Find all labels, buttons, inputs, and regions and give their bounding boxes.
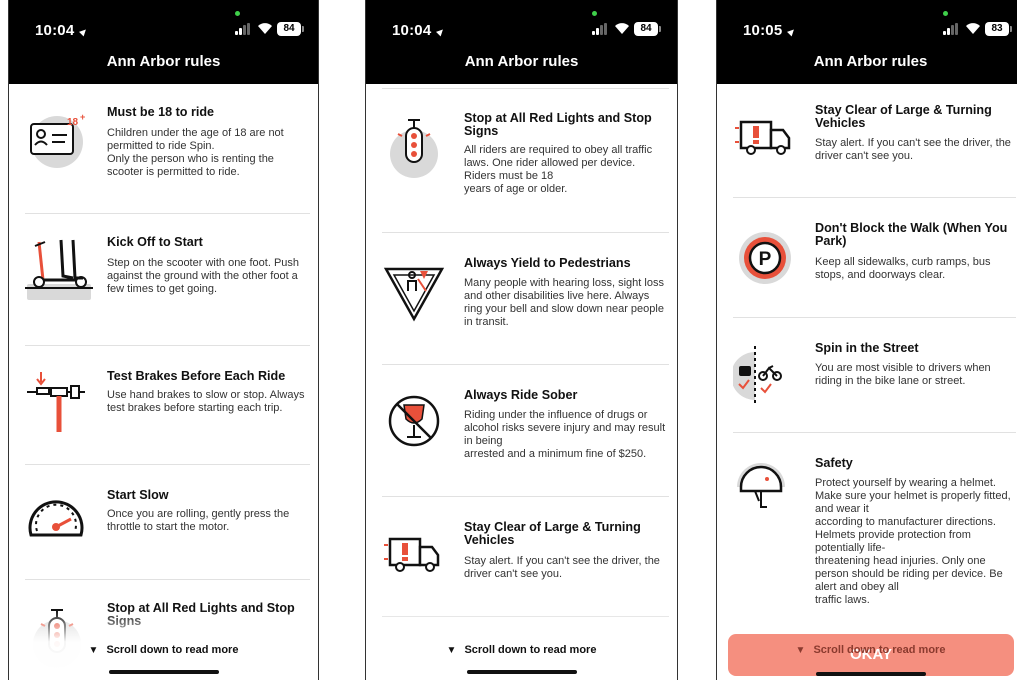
rule-item: Kick Off to Start Step on the scooter wi… — [25, 214, 310, 346]
yield-pedestrian-icon — [383, 267, 445, 322]
home-indicator[interactable] — [466, 670, 577, 674]
rule-list[interactable]: Stop at All Red Lights and Stop Signs Al… — [366, 84, 677, 680]
rule-item: Spin in the Street You are most visible … — [733, 318, 1016, 433]
rule-list[interactable]: 18 + Must be 18 to ride Children under t… — [9, 84, 318, 680]
scroll-hint[interactable]: ▼ Scroll down to read more — [717, 644, 1017, 656]
rule-title: Stop at All Red Lights and Stop Signs — [464, 111, 652, 138]
rule-description: Once you are rolling, gently press the t… — [107, 508, 290, 533]
status-bar: 10:04▲ 84 — [366, 0, 677, 46]
home-indicator[interactable] — [108, 670, 219, 674]
scroll-hint[interactable]: ▼ Scroll down to read more — [9, 644, 318, 656]
battery-icon: 84 — [634, 22, 661, 36]
rule-description: Stay alert. If you can't see the driver,… — [464, 555, 660, 580]
rule-title: Always Ride Sober — [464, 388, 578, 402]
rule-description: Many people with hearing loss, sight los… — [464, 277, 664, 328]
rule-item: Stay Clear of Large & Turning Vehicles S… — [382, 497, 669, 617]
kick-scooter-icon — [25, 239, 93, 300]
down-triangle-icon: ▼ — [795, 645, 806, 656]
wifi-icon — [966, 23, 980, 34]
status-bar: 10:05▲ 83 — [717, 0, 1017, 46]
rule-item: Stay Clear of Large & Turning Vehicles S… — [733, 84, 1016, 198]
rule-description: Keep all sidewalks, curb ramps, bus stop… — [815, 256, 991, 281]
phone-screen-1: 10:04▲ 84 Ann Arbor rules 18 + Must be 1… — [8, 0, 319, 680]
status-clock: 10:05▲ — [743, 22, 801, 41]
rule-description: Riding under the influence of drugs or a… — [464, 409, 666, 460]
rule-item: Always Ride Sober Riding under the influ… — [382, 365, 669, 497]
camera-indicator-icon — [592, 11, 597, 16]
svg-text:18: 18 — [67, 117, 79, 128]
wifi-icon — [258, 23, 272, 34]
rule-item: 18 + Must be 18 to ride Children under t… — [25, 84, 310, 214]
rule-description: Step on the scooter with one foot. Push … — [107, 257, 300, 295]
svg-text:+: + — [80, 112, 85, 122]
battery-icon: 83 — [985, 22, 1012, 36]
rule-list[interactable]: Stay Clear of Large & Turning Vehicles S… — [717, 84, 1017, 680]
phone-screen-2: 10:04▲ 84 Ann Arbor rules Stop at All Re… — [365, 0, 678, 680]
rule-title: Stay Clear of Large & Turning Vehicles — [815, 103, 992, 130]
scroll-hint-label: Scroll down to read more — [464, 644, 597, 656]
page-title: Ann Arbor rules — [717, 46, 1017, 84]
no-parking-icon: P — [739, 232, 791, 284]
down-triangle-icon: ▼ — [88, 645, 99, 656]
status-clock: 10:04▲ — [35, 22, 93, 41]
camera-indicator-icon — [943, 11, 948, 16]
rule-title: Start Slow — [107, 488, 169, 502]
rule-item: Test Brakes Before Each Ride Use hand br… — [25, 346, 310, 465]
rule-item: Stop at All Red Lights and Stop Signs Al… — [382, 88, 669, 233]
wifi-icon — [615, 23, 629, 34]
scroll-hint-label: Scroll down to read more — [813, 644, 946, 656]
rule-title: Don't Block the Walk (When You Park) — [815, 221, 1008, 248]
rule-title: Always Yield to Pedestrians — [464, 256, 631, 270]
page-title: Ann Arbor rules — [366, 46, 677, 84]
location-arrow-icon: ▲ — [75, 23, 93, 41]
camera-indicator-icon — [235, 11, 240, 16]
rule-description: Stay alert. If you can't see the driver,… — [815, 137, 1011, 162]
rule-title: Stay Clear of Large & Turning Vehicles — [464, 520, 641, 547]
street-lane-icon — [733, 346, 782, 404]
scroll-hint-label: Scroll down to read more — [106, 644, 239, 656]
rule-title: Safety — [815, 456, 853, 470]
id-card-icon: 18 + — [30, 112, 85, 168]
rule-description: All riders are required to obey all traf… — [464, 144, 653, 195]
location-arrow-icon: ▲ — [432, 23, 450, 41]
battery-icon: 84 — [277, 22, 304, 36]
location-arrow-icon: ▲ — [783, 23, 801, 41]
rule-description: Use hand brakes to slow or stop. Always … — [107, 389, 305, 414]
rule-title: Must be 18 to ride — [107, 105, 215, 119]
hand-brake-icon — [27, 372, 85, 432]
status-bar: 10:04▲ 84 — [9, 0, 318, 46]
rule-description: You are most visible to drivers when rid… — [815, 362, 991, 387]
rule-item: P Don't Block the Walk (When You Park) K… — [733, 198, 1016, 318]
rule-item: Start Slow Once you are rolling, gently … — [25, 465, 310, 580]
down-triangle-icon: ▼ — [446, 645, 457, 656]
page-title: Ann Arbor rules — [9, 46, 318, 84]
phone-screen-3: 10:05▲ 83 Ann Arbor rules Stay Clear of … — [716, 0, 1017, 680]
rule-title: Spin in the Street — [815, 341, 919, 355]
rule-description: Protect yourself by wearing a helmet. Ma… — [815, 477, 1011, 606]
no-alcohol-icon — [388, 395, 440, 447]
home-indicator[interactable] — [815, 672, 926, 676]
rule-item: Always Yield to Pedestrians Many people … — [382, 233, 669, 365]
helmet-icon — [737, 463, 785, 508]
rule-description: Children under the age of 18 are not per… — [107, 127, 284, 178]
truck-icon — [384, 537, 440, 572]
truck-icon — [735, 120, 791, 155]
status-clock: 10:04▲ — [392, 22, 450, 41]
rule-title: Kick Off to Start — [107, 235, 203, 249]
traffic-light-icon — [390, 119, 438, 178]
scroll-hint[interactable]: ▼ Scroll down to read more — [366, 644, 677, 656]
speedometer-icon — [28, 500, 84, 537]
rule-title: Test Brakes Before Each Ride — [107, 369, 286, 383]
rule-item: Safety Protect yourself by wearing a hel… — [733, 433, 1016, 633]
svg-text:P: P — [759, 249, 772, 270]
